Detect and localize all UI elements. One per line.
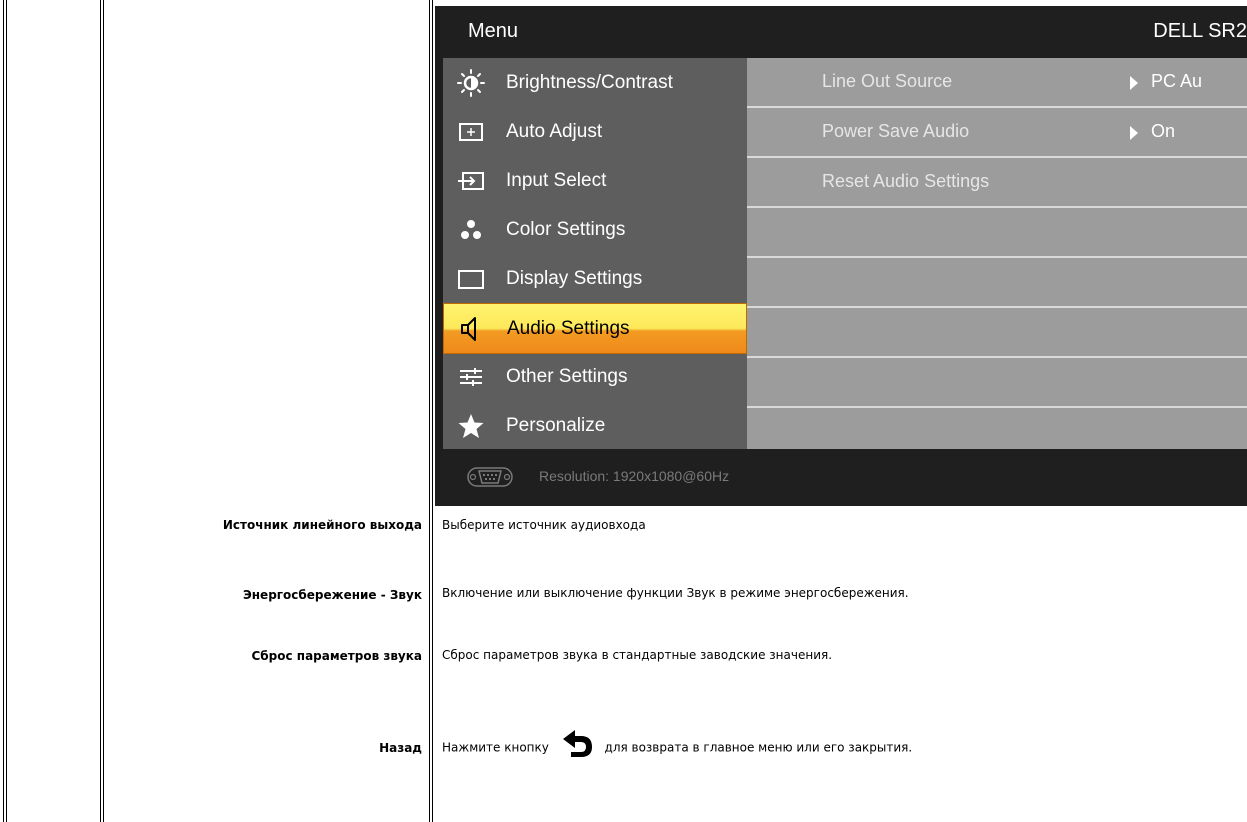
submenu-empty-row xyxy=(747,308,1247,358)
menu-item-auto-adjust[interactable]: Auto Adjust xyxy=(443,107,747,156)
color-settings-icon xyxy=(461,220,481,239)
table-border-column xyxy=(429,0,433,822)
submenu-item-label: Line Out Source xyxy=(822,71,953,91)
term-back: Назад xyxy=(379,741,422,755)
menu-item-label: Input Select xyxy=(506,170,607,191)
monitor-model: DELL SR2 xyxy=(1153,20,1247,42)
menu-item-label: Brightness/Contrast xyxy=(506,72,673,93)
submenu-item-label: Power Save Audio xyxy=(822,121,970,141)
back-arrow-icon xyxy=(562,730,592,757)
term-line-out-source: Источник линейного выхода xyxy=(222,518,422,532)
term-reset-audio: Сброс параметров звука xyxy=(251,649,422,663)
submenu-empty-row xyxy=(747,408,1247,449)
table-border-left xyxy=(3,0,7,822)
submenu-item-power-save-audio[interactable]: Power Save Audio On xyxy=(747,108,1247,158)
desc-power-save-audio: Включение или выключение функции Звук в … xyxy=(442,586,909,600)
osd-footer: Resolution: 1920x1080@60Hz xyxy=(435,449,1247,506)
speaker-icon xyxy=(461,317,476,341)
vga-connector-icon xyxy=(467,467,513,487)
desc-back: Нажмите кнопку для возврата в главное ме… xyxy=(442,728,912,768)
desc-line-out-source: Выберите источник аудиовхода xyxy=(442,518,646,532)
submenu-item-value: On xyxy=(1151,121,1176,141)
osd-main-menu: Brightness/Contrast Auto Adjust Input Se… xyxy=(443,58,747,449)
arrow-right-icon xyxy=(1130,126,1138,140)
other-settings-icon xyxy=(460,368,482,386)
osd-title: Menu xyxy=(468,20,519,42)
submenu-empty-row xyxy=(747,258,1247,308)
desc-back-after: для возврата в главное меню или его закр… xyxy=(604,740,913,755)
osd-header: Menu DELL SR2 xyxy=(435,6,1247,58)
menu-item-input-select[interactable]: Input Select xyxy=(443,156,747,205)
brightness-icon xyxy=(457,69,485,97)
menu-item-brightness-contrast[interactable]: Brightness/Contrast xyxy=(443,58,747,107)
submenu-item-label: Reset Audio Settings xyxy=(822,171,990,191)
submenu-item-reset-audio[interactable]: Reset Audio Settings xyxy=(747,158,1247,208)
desc-reset-audio: Сброс параметров звука в стандартные зав… xyxy=(442,648,833,662)
submenu-item-value: PC Au xyxy=(1151,71,1203,91)
menu-item-label: Display Settings xyxy=(506,268,643,289)
input-select-icon xyxy=(458,172,484,190)
menu-item-display-settings[interactable]: Display Settings xyxy=(443,254,747,303)
menu-item-label: Auto Adjust xyxy=(506,121,603,142)
menu-item-label: Personalize xyxy=(506,415,606,436)
table-border-column xyxy=(100,0,104,822)
submenu-item-line-out-source[interactable]: Line Out Source PC Au xyxy=(747,58,1247,108)
osd-submenu: Line Out Source PC Au Power Save Audio O… xyxy=(747,58,1247,449)
menu-item-audio-settings[interactable]: Audio Settings xyxy=(443,303,747,354)
resolution-text: Resolution: 1920x1080@60Hz xyxy=(539,468,730,484)
auto-adjust-icon xyxy=(459,123,483,141)
star-icon xyxy=(458,414,484,438)
menu-item-label: Other Settings xyxy=(506,366,628,387)
osd-menu-image: Menu DELL SR2 Brightness/Contrast Auto A… xyxy=(435,6,1247,506)
menu-item-label: Audio Settings xyxy=(507,318,630,339)
menu-item-label: Color Settings xyxy=(506,219,626,240)
desc-back-before: Нажмите кнопку xyxy=(442,740,549,755)
arrow-right-icon xyxy=(1130,76,1138,90)
menu-item-other-settings[interactable]: Other Settings xyxy=(443,352,747,401)
submenu-empty-row xyxy=(747,358,1247,408)
display-settings-icon xyxy=(458,270,484,289)
submenu-empty-row xyxy=(747,208,1247,258)
term-power-save-audio: Энергосбережение - Звук xyxy=(242,588,422,602)
menu-item-color-settings[interactable]: Color Settings xyxy=(443,205,747,254)
menu-item-personalize[interactable]: Personalize xyxy=(443,401,747,450)
